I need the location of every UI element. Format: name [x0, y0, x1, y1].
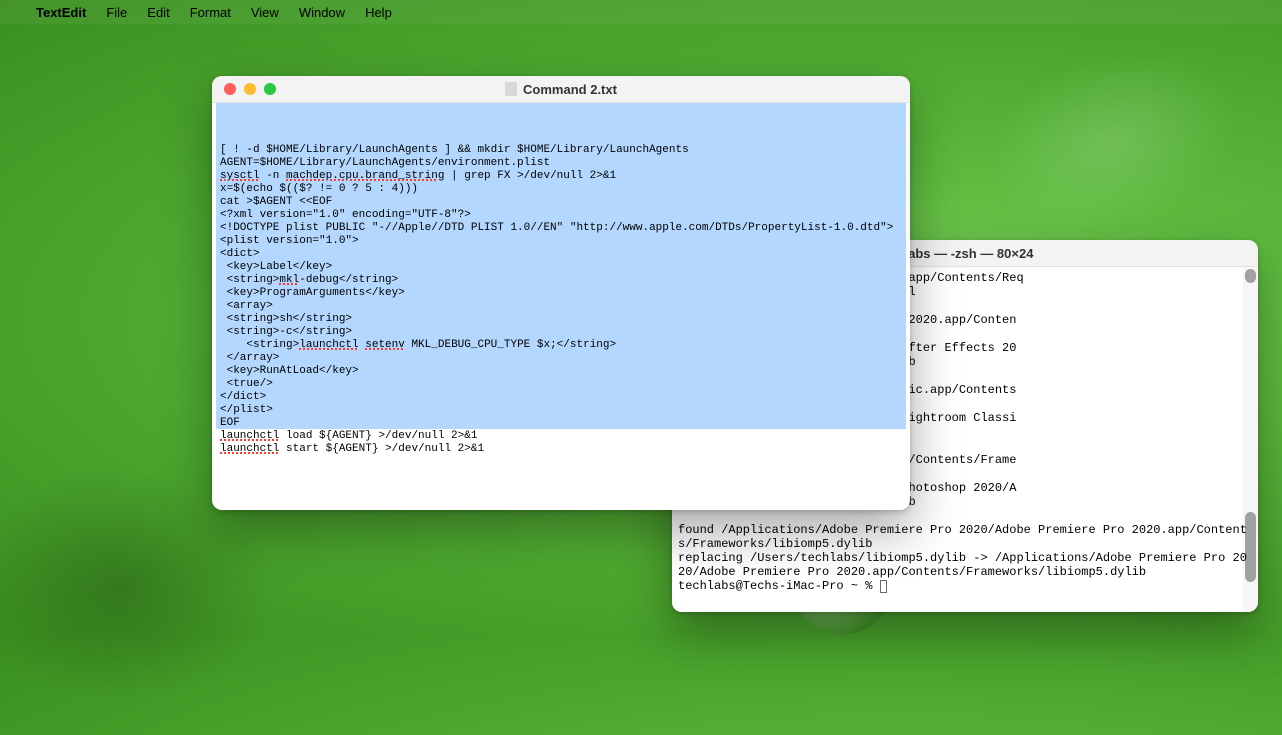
text-line: <key>ProgramArguments</key>	[220, 287, 902, 300]
text-line: EOF	[220, 417, 902, 430]
menu-view[interactable]: View	[251, 5, 279, 20]
menu-help[interactable]: Help	[365, 5, 392, 20]
terminal-cursor	[880, 580, 887, 593]
text-line: <key>Label</key>	[220, 261, 902, 274]
text-line: launchctl load ${AGENT} >/dev/null 2>&1	[220, 430, 902, 443]
text-line: AGENT=$HOME/Library/LaunchAgents/environ…	[220, 157, 902, 170]
text-line: <plist version="1.0">	[220, 235, 902, 248]
menu-edit[interactable]: Edit	[147, 5, 169, 20]
text-line: <key>RunAtLoad</key>	[220, 365, 902, 378]
text-line: </array>	[220, 352, 902, 365]
zoom-button[interactable]	[264, 83, 276, 95]
text-line: <!DOCTYPE plist PUBLIC "-//Apple//DTD PL…	[220, 222, 902, 235]
textedit-content[interactable]: [ ! -d $HOME/Library/LaunchAgents ] && m…	[216, 103, 906, 506]
text-line: cat >$AGENT <<EOF	[220, 196, 902, 209]
menu-file[interactable]: File	[106, 5, 127, 20]
text-line: </plist>	[220, 404, 902, 417]
text-line: <true/>	[220, 378, 902, 391]
text-line: <string>-c</string>	[220, 326, 902, 339]
textedit-titlebar[interactable]: Command 2.txt	[212, 76, 910, 103]
terminal-scrollbar[interactable]	[1243, 267, 1258, 612]
text-line: x=$(echo $(($? != 0 ? 5 : 4)))	[220, 183, 902, 196]
text-line: </dict>	[220, 391, 902, 404]
scrollbar-thumb[interactable]	[1245, 269, 1256, 283]
text-line: sysctl -n machdep.cpu.brand_string | gre…	[220, 170, 902, 183]
terminal-title: hlabs — -zsh — 80×24	[897, 246, 1034, 261]
text-line: <?xml version="1.0" encoding="UTF-8"?>	[220, 209, 902, 222]
text-line: <string>launchctl setenv MKL_DEBUG_CPU_T…	[220, 339, 902, 352]
text-line: <string>sh</string>	[220, 313, 902, 326]
close-button[interactable]	[224, 83, 236, 95]
text-line: <dict>	[220, 248, 902, 261]
menubar: TextEdit File Edit Format View Window He…	[0, 0, 1282, 24]
textedit-title: Command 2.txt	[523, 82, 617, 97]
document-icon	[505, 82, 517, 96]
text-line: <array>	[220, 300, 902, 313]
text-line: <string>mkl-debug</string>	[220, 274, 902, 287]
text-line: launchctl start ${AGENT} >/dev/null 2>&1	[220, 443, 902, 456]
app-menu[interactable]: TextEdit	[36, 5, 86, 20]
text-line: [ ! -d $HOME/Library/LaunchAgents ] && m…	[220, 144, 902, 157]
minimize-button[interactable]	[244, 83, 256, 95]
menu-window[interactable]: Window	[299, 5, 345, 20]
menu-format[interactable]: Format	[190, 5, 231, 20]
scrollbar-thumb[interactable]	[1245, 512, 1256, 582]
terminal-prompt-line[interactable]: techlabs@Techs-iMac-Pro ~ %	[678, 579, 1252, 593]
traffic-lights	[224, 83, 276, 95]
terminal-prompt: techlabs@Techs-iMac-Pro ~ %	[678, 579, 880, 593]
textedit-window[interactable]: Command 2.txt [ ! -d $HOME/Library/Launc…	[212, 76, 910, 510]
